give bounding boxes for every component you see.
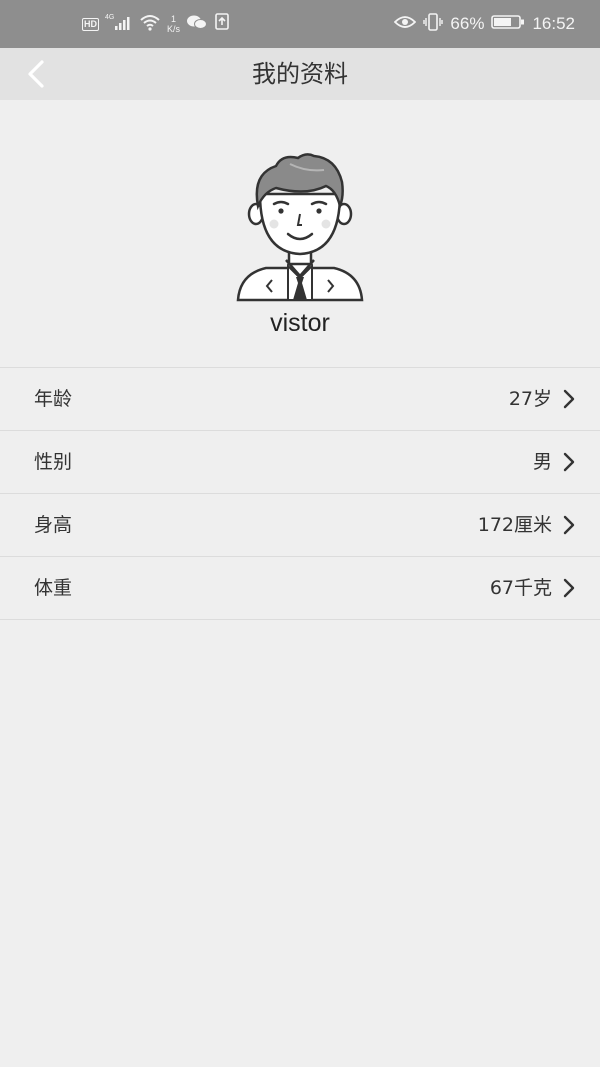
age-label: 年龄 [34, 388, 73, 410]
app-header: 我的资料 [0, 48, 600, 100]
chevron-right-icon [563, 578, 575, 598]
gender-value: 男 [532, 451, 552, 473]
status-right-group: 66% 16:52 [394, 0, 575, 48]
hd-badge: HD [82, 17, 99, 31]
username: vistor [270, 309, 330, 337]
height-label: 身高 [34, 514, 73, 536]
page-title: 我的资料 [252, 60, 348, 88]
age-value: 27岁 [508, 388, 552, 410]
notification-icon [214, 12, 230, 36]
battery-icon [491, 14, 525, 35]
status-left-group: HD 4G 1 K/s [82, 0, 230, 48]
gender-row[interactable]: 性别 男 [0, 431, 600, 494]
status-bar: HD 4G 1 K/s 66% 16:52 [0, 0, 600, 48]
signal-icon: 4G [105, 12, 133, 37]
wechat-icon [186, 13, 208, 36]
wifi-icon [139, 13, 161, 36]
network-speed-value: 1 [171, 14, 177, 24]
weight-label: 体重 [34, 577, 73, 599]
height-value: 172厘米 [477, 514, 552, 536]
network-speed-unit: K/s [167, 24, 181, 34]
profile-section: vistor [0, 100, 600, 367]
height-row[interactable]: 身高 172厘米 [0, 494, 600, 557]
battery-percent: 66% [450, 14, 485, 33]
clock: 16:52 [532, 14, 575, 33]
weight-value: 67千克 [489, 577, 552, 599]
network-speed: 1 K/s [167, 14, 180, 34]
gender-label: 性别 [34, 451, 73, 473]
chevron-right-icon [563, 452, 575, 472]
info-list: 年龄 27岁 性别 男 身高 172厘米 体重 67千克 [0, 367, 600, 620]
svg-text:4G: 4G [105, 14, 114, 21]
age-row[interactable]: 年龄 27岁 [0, 368, 600, 431]
man-in-suit-avatar-icon [236, 153, 364, 302]
vibrate-icon [423, 12, 444, 36]
eye-icon [394, 14, 417, 35]
chevron-right-icon [563, 389, 575, 409]
avatar[interactable] [236, 152, 364, 302]
weight-row[interactable]: 体重 67千克 [0, 557, 600, 620]
chevron-right-icon [563, 515, 575, 535]
